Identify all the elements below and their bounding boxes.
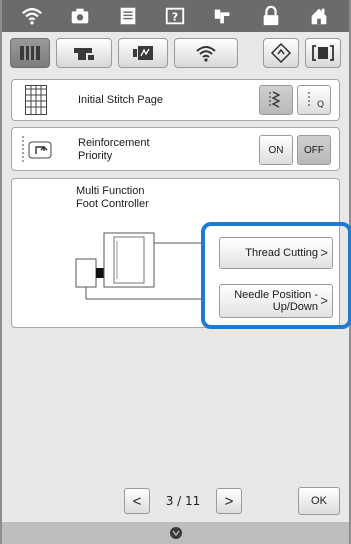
- tab-embroidery-settings[interactable]: [118, 38, 168, 68]
- help-icon[interactable]: ?: [160, 3, 190, 29]
- tab-info[interactable]: [263, 38, 299, 68]
- fullscreen-icon: [312, 45, 334, 61]
- tab-machine-settings[interactable]: [56, 38, 112, 68]
- zigzag-stitch-icon: [269, 91, 281, 108]
- status-indicator-icon: [169, 527, 182, 539]
- callout-highlight: [201, 222, 351, 329]
- foot-controller-diagram-icon: [72, 219, 212, 309]
- sewing-settings-icon: [20, 46, 40, 60]
- tab-fullscreen[interactable]: [305, 38, 341, 68]
- reinforcement-icon: [20, 136, 54, 169]
- wifi-icon[interactable]: [17, 3, 47, 29]
- quilt-stitch-icon: Q: [308, 92, 324, 110]
- reinforcement-priority-row: Reinforcement Priority ON OFF: [11, 127, 340, 171]
- initial-stitch-page-row: Initial Stitch Page Q: [11, 79, 340, 121]
- settings-tab-row: [2, 32, 349, 74]
- embroidery-settings-icon: [133, 46, 153, 60]
- tab-sewing-settings[interactable]: [10, 38, 50, 68]
- status-bar: [2, 522, 349, 544]
- embroidery-icon[interactable]: [208, 3, 238, 29]
- stitch-page-quilt-button[interactable]: Q: [297, 85, 331, 115]
- home-icon[interactable]: [304, 3, 334, 29]
- lock-icon[interactable]: [256, 3, 286, 29]
- page-indicator: 3 / 11: [165, 494, 201, 508]
- initial-stitch-page-label: Initial Stitch Page: [78, 94, 163, 106]
- next-page-button[interactable]: >: [216, 488, 242, 514]
- stitch-page-utility-button[interactable]: [259, 85, 293, 115]
- camera-icon[interactable]: [65, 3, 95, 29]
- reinforcement-on-button[interactable]: ON: [259, 135, 293, 165]
- document-icon[interactable]: [113, 3, 143, 29]
- reinforcement-off-button[interactable]: OFF: [297, 135, 331, 165]
- prev-page-button[interactable]: <: [124, 488, 150, 514]
- machine-settings-icon: [74, 48, 94, 60]
- page-navigator: < 3 / 11 >: [124, 488, 242, 514]
- tab-wireless[interactable]: [174, 38, 238, 68]
- svg-text:?: ?: [172, 11, 178, 24]
- svg-text:Q: Q: [317, 100, 324, 110]
- stitch-grid-icon: [25, 85, 47, 120]
- top-category-bar: ?: [2, 0, 349, 32]
- ok-button[interactable]: OK: [298, 487, 340, 515]
- info-icon: [270, 43, 292, 63]
- foot-controller-label: Multi Function Foot Controller: [76, 185, 149, 210]
- settings-screen: ? Initial Stitch Page Q Reinforcement Pr…: [0, 0, 351, 544]
- reinforcement-priority-label: Reinforcement Priority: [78, 137, 150, 162]
- wireless-icon: [196, 46, 216, 62]
